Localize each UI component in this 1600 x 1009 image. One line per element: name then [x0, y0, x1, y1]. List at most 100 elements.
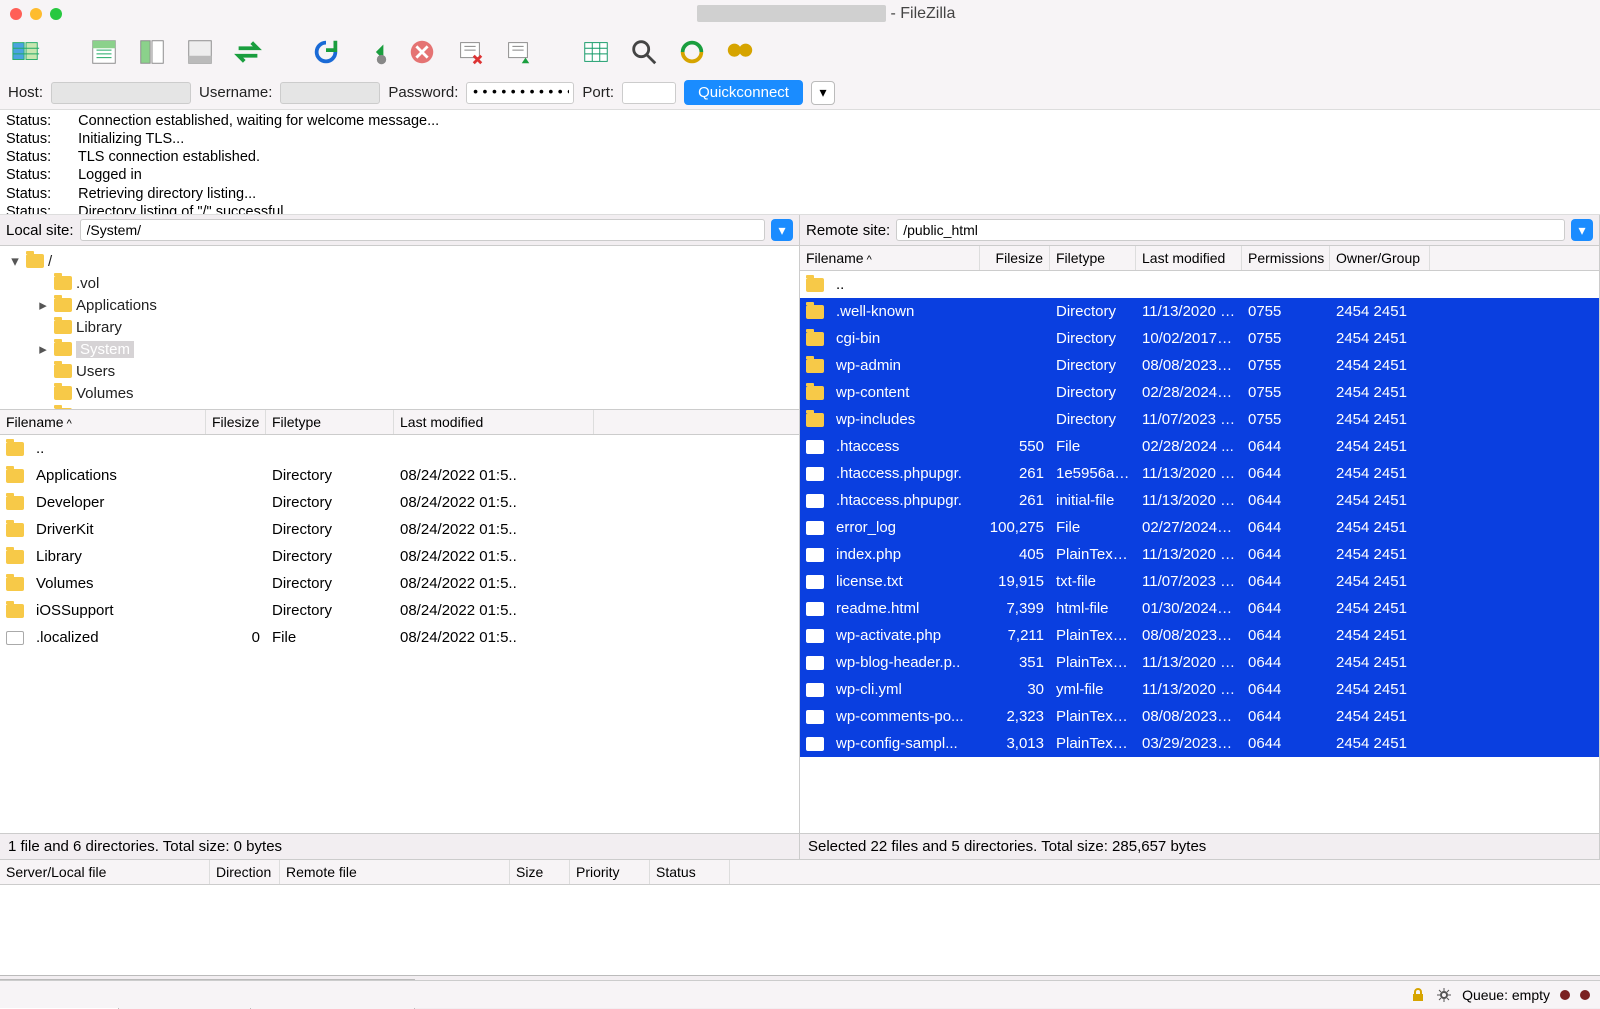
- local-columns[interactable]: Filename Filesize Filetype Last modified: [0, 410, 799, 435]
- zoom-window[interactable]: [50, 8, 62, 20]
- qcol-size[interactable]: Size: [510, 860, 570, 884]
- list-item[interactable]: wp-admin Directory 08/08/2023 1.. 0755 2…: [800, 352, 1599, 379]
- list-item[interactable]: readme.html 7,399 html-file 01/30/2024 1…: [800, 595, 1599, 622]
- quickconnect-dropdown[interactable]: ▾: [811, 81, 835, 105]
- list-item[interactable]: wp-blog-header.p.. 351 PlainTextT.. 11/1…: [800, 649, 1599, 676]
- list-item[interactable]: DriverKit Directory 08/24/2022 01:5..: [0, 516, 799, 543]
- tree-item[interactable]: Volumes: [0, 382, 799, 404]
- refresh-icon[interactable]: [308, 34, 344, 70]
- list-item[interactable]: cgi-bin Directory 10/02/2017 2... 0755 2…: [800, 325, 1599, 352]
- list-item[interactable]: ..: [0, 435, 799, 462]
- list-item[interactable]: wp-activate.php 7,211 PlainTextT.. 08/08…: [800, 622, 1599, 649]
- local-tree[interactable]: ▾/ .vol ▸Applications Library ▸System Us…: [0, 246, 799, 410]
- host-label: Host:: [8, 84, 43, 101]
- list-item[interactable]: .htaccess.phpupgr. 261 initial-file 11/1…: [800, 487, 1599, 514]
- list-item[interactable]: .well-known Directory 11/13/2020 15.. 07…: [800, 298, 1599, 325]
- local-pane: Local site: ▾ ▾/ .vol ▸Applications Libr…: [0, 215, 800, 859]
- tree-item[interactable]: ▾/: [0, 250, 799, 272]
- remote-file-list[interactable]: .. .well-known Directory 11/13/2020 15..…: [800, 271, 1599, 833]
- cancel-icon[interactable]: [404, 34, 440, 70]
- queue-status: Queue: empty: [1462, 987, 1550, 1003]
- compare-icon[interactable]: [674, 34, 710, 70]
- tree-item[interactable]: ▸System: [0, 338, 799, 360]
- list-item[interactable]: iOSSupport Directory 08/24/2022 01:5..: [0, 597, 799, 624]
- disconnect-icon[interactable]: [452, 34, 488, 70]
- host-input[interactable]: [51, 82, 191, 104]
- col-permissions[interactable]: Permissions: [1242, 246, 1330, 270]
- message-log[interactable]: Status: Connection established, waiting …: [0, 109, 1600, 215]
- quickconnect-button[interactable]: Quickconnect: [684, 80, 803, 105]
- col-filesize[interactable]: Filesize: [206, 410, 266, 434]
- password-input[interactable]: [466, 82, 574, 104]
- activity-led-2: [1580, 990, 1590, 1000]
- gear-icon[interactable]: [1436, 987, 1452, 1003]
- remote-path-dropdown[interactable]: ▾: [1571, 219, 1593, 241]
- local-file-list[interactable]: .. Applications Directory 08/24/2022 01:…: [0, 435, 799, 833]
- remote-path-input[interactable]: [896, 219, 1565, 241]
- remote-status: Selected 22 files and 5 directories. Tot…: [800, 833, 1599, 859]
- list-item[interactable]: wp-config-sampl... 3,013 PlainTextT.. 03…: [800, 730, 1599, 757]
- username-input[interactable]: [280, 82, 380, 104]
- qcol-status[interactable]: Status: [650, 860, 730, 884]
- col-filename[interactable]: Filename: [0, 410, 206, 434]
- port-input[interactable]: [622, 82, 676, 104]
- list-item[interactable]: Volumes Directory 08/24/2022 01:5..: [0, 570, 799, 597]
- close-window[interactable]: [10, 8, 22, 20]
- toggle-queue-icon[interactable]: [182, 34, 218, 70]
- queue-body[interactable]: [0, 885, 1600, 975]
- find-icon[interactable]: [722, 34, 758, 70]
- col-modified[interactable]: Last modified: [394, 410, 594, 434]
- titlebar: ████████████████ - FileZilla: [0, 0, 1600, 28]
- local-path-input[interactable]: [80, 219, 765, 241]
- list-item[interactable]: Applications Directory 08/24/2022 01:5..: [0, 462, 799, 489]
- col-filesize[interactable]: Filesize: [980, 246, 1050, 270]
- qcol-remote[interactable]: Remote file: [280, 860, 510, 884]
- list-item[interactable]: Library Directory 08/24/2022 01:5..: [0, 543, 799, 570]
- username-label: Username:: [199, 84, 272, 101]
- remote-columns[interactable]: Filename Filesize Filetype Last modified…: [800, 246, 1599, 271]
- toggle-tree-icon[interactable]: [134, 34, 170, 70]
- list-item[interactable]: license.txt 19,915 txt-file 11/07/2023 1…: [800, 568, 1599, 595]
- local-path-dropdown[interactable]: ▾: [771, 219, 793, 241]
- remote-site-label: Remote site:: [806, 222, 890, 239]
- list-item[interactable]: Developer Directory 08/24/2022 01:5..: [0, 489, 799, 516]
- tree-item[interactable]: Users: [0, 360, 799, 382]
- lock-icon: [1410, 987, 1426, 1003]
- toggle-log-icon[interactable]: [86, 34, 122, 70]
- qcol-priority[interactable]: Priority: [570, 860, 650, 884]
- list-item[interactable]: wp-content Directory 02/28/2024 1.. 0755…: [800, 379, 1599, 406]
- qcol-direction[interactable]: Direction: [210, 860, 280, 884]
- list-item[interactable]: wp-cli.yml 30 yml-file 11/13/2020 0... 0…: [800, 676, 1599, 703]
- minimize-window[interactable]: [30, 8, 42, 20]
- list-item[interactable]: error_log 100,275 File 02/27/2024 1... 0…: [800, 514, 1599, 541]
- sync-browse-icon[interactable]: [230, 34, 266, 70]
- list-item[interactable]: index.php 405 PlainTextT.. 11/13/2020 0.…: [800, 541, 1599, 568]
- remote-pane: Remote site: ▾ Filename Filesize Filetyp…: [800, 215, 1600, 859]
- site-manager-icon[interactable]: [8, 34, 44, 70]
- local-status: 1 file and 6 directories. Total size: 0 …: [0, 833, 799, 859]
- list-item[interactable]: .htaccess 550 File 02/28/2024 ... 0644 2…: [800, 433, 1599, 460]
- col-modified[interactable]: Last modified: [1136, 246, 1242, 270]
- list-item[interactable]: wp-comments-po... 2,323 PlainTextT.. 08/…: [800, 703, 1599, 730]
- tree-item[interactable]: ▸Applications: [0, 294, 799, 316]
- reconnect-icon[interactable]: [500, 34, 536, 70]
- tree-item[interactable]: .vol: [0, 272, 799, 294]
- search-icon[interactable]: [626, 34, 662, 70]
- local-site-label: Local site:: [6, 222, 74, 239]
- quickconnect-bar: Host: Username: Password: Port: Quickcon…: [0, 76, 1600, 109]
- activity-led-1: [1560, 990, 1570, 1000]
- col-filetype[interactable]: Filetype: [1050, 246, 1136, 270]
- tree-item[interactable]: Library: [0, 316, 799, 338]
- status-bar: Queue: empty: [0, 980, 1600, 1008]
- col-filetype[interactable]: Filetype: [266, 410, 394, 434]
- list-item[interactable]: wp-includes Directory 11/07/2023 1... 07…: [800, 406, 1599, 433]
- qcol-server[interactable]: Server/Local file: [0, 860, 210, 884]
- list-item[interactable]: .localized 0 File 08/24/2022 01:5..: [0, 624, 799, 651]
- filter-icon[interactable]: [578, 34, 614, 70]
- password-label: Password:: [388, 84, 458, 101]
- list-item[interactable]: ..: [800, 271, 1599, 298]
- list-item[interactable]: .htaccess.phpupgr. 261 1e5956a3... 11/13…: [800, 460, 1599, 487]
- process-queue-icon[interactable]: [356, 34, 392, 70]
- col-owner[interactable]: Owner/Group: [1330, 246, 1430, 270]
- col-filename[interactable]: Filename: [800, 246, 980, 270]
